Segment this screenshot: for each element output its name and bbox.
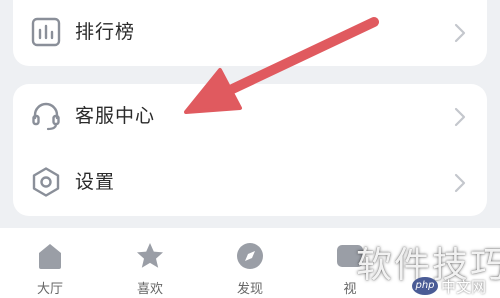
menu-item-customer-service[interactable]: 客服中心: [13, 84, 487, 150]
headset-icon: [32, 102, 60, 131]
tab-hall[interactable]: 大厅: [20, 236, 80, 297]
compass-icon: [237, 243, 263, 269]
chevron-right-icon: [454, 173, 466, 193]
php-logo-text: 中文网: [441, 278, 487, 296]
menu-item-label: 设置: [75, 171, 116, 193]
tab-label: 喜欢: [136, 282, 163, 297]
chevron-right-icon: [454, 107, 466, 127]
menu-card-top: 排行榜: [13, 0, 487, 66]
star-icon: [137, 243, 163, 268]
menu-item-leaderboard[interactable]: 排行榜: [13, 0, 487, 66]
menu-item-label: 排行榜: [75, 21, 136, 43]
menu-card-main: 客服中心 设置: [13, 84, 487, 216]
tab-label: 大厅: [36, 282, 63, 297]
php-badge: php: [412, 277, 438, 295]
tab-favorites[interactable]: 喜欢: [120, 236, 180, 297]
bar-chart-icon: [31, 17, 61, 47]
settings-hexagon-icon: [32, 167, 60, 197]
chevron-right-icon: [454, 23, 466, 43]
tab-discover[interactable]: 发现: [220, 236, 280, 297]
menu-item-label: 客服中心: [75, 105, 156, 127]
home-icon: [39, 244, 61, 269]
watermark-logo: php 中文网: [412, 277, 498, 297]
menu-item-settings[interactable]: 设置: [13, 150, 487, 216]
tab-label: 发现: [236, 282, 263, 297]
